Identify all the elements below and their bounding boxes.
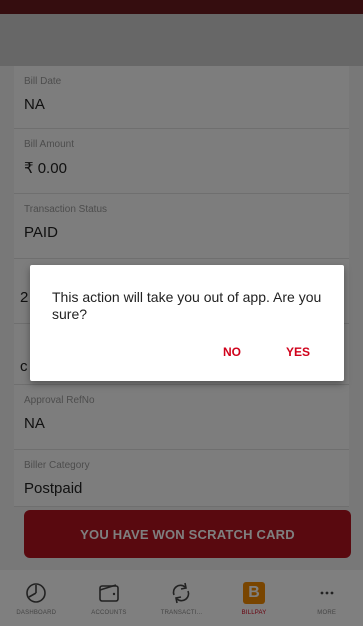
dialog-message: This action will take you out of app. Ar… xyxy=(52,289,322,322)
yes-button[interactable]: YES xyxy=(286,345,310,359)
no-button[interactable]: NO xyxy=(223,345,241,359)
confirm-dialog: This action will take you out of app. Ar… xyxy=(30,265,344,381)
